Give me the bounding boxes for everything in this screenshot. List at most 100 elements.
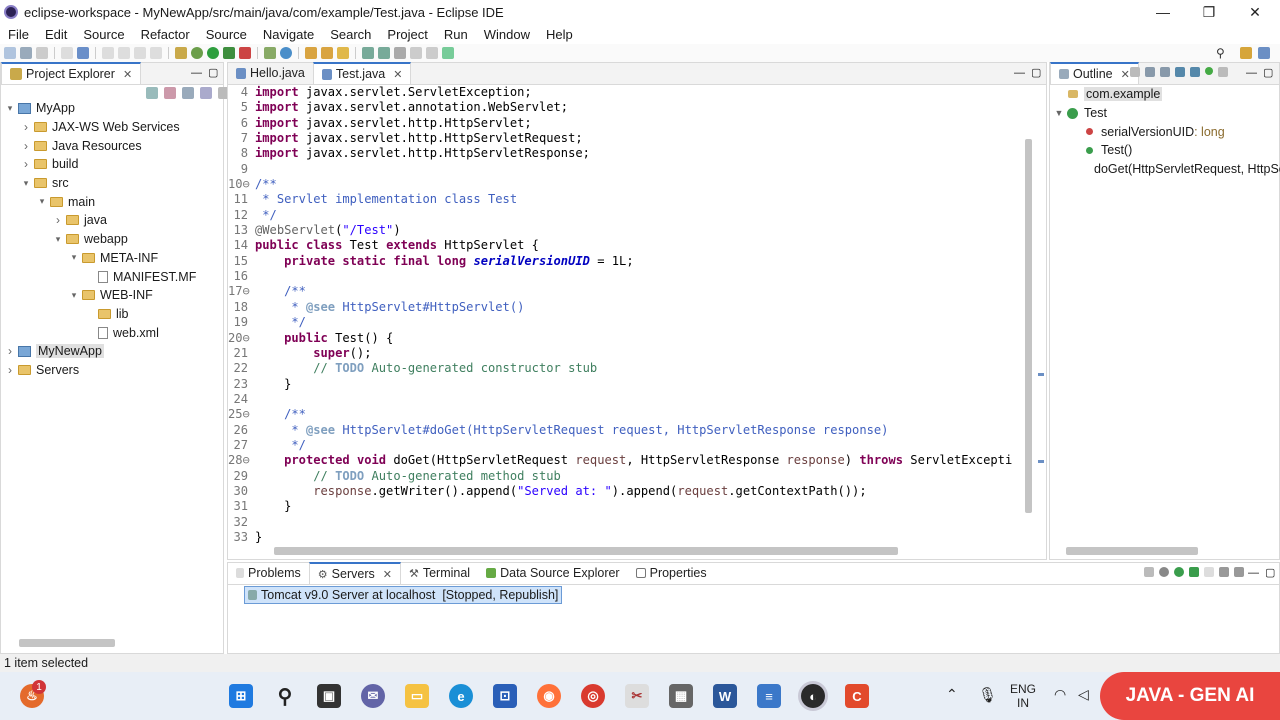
tree-item[interactable]: ▾ src [1, 174, 223, 193]
language-indicator[interactable]: ENG IN [1010, 682, 1036, 710]
speaker-icon[interactable]: ◁ [1078, 686, 1089, 703]
code-line[interactable]: 33} [228, 530, 1022, 545]
edge-icon[interactable]: e [449, 684, 473, 708]
horizontal-scrollbar[interactable] [274, 547, 898, 555]
hide-static-icon[interactable] [1175, 67, 1185, 77]
focus-icon[interactable] [200, 87, 212, 99]
open-task-icon[interactable] [321, 47, 333, 59]
chevron-right-icon[interactable]: › [5, 344, 15, 358]
back-icon[interactable] [410, 47, 422, 59]
search-tool-icon[interactable] [337, 47, 349, 59]
menu-project[interactable]: Project [379, 27, 435, 42]
horizontal-scrollbar[interactable] [1066, 547, 1198, 555]
save-icon[interactable] [20, 47, 32, 59]
chevron-down-icon[interactable]: ▾ [53, 234, 63, 245]
code-line[interactable]: 21 super(); [228, 346, 1022, 361]
code-editor[interactable]: 4 import javax.servlet.ServletException; 5… [228, 85, 1022, 545]
print-icon[interactable] [61, 47, 73, 59]
close-icon[interactable]: ✕ [383, 568, 392, 581]
notepad-icon[interactable]: ≡ [757, 684, 781, 708]
menu-help[interactable]: Help [538, 27, 581, 42]
debug-icon[interactable] [191, 47, 203, 59]
menu-edit[interactable]: Edit [37, 27, 75, 42]
tab-problems[interactable]: Problems [228, 562, 309, 584]
code-line[interactable]: 19 */ [228, 315, 1022, 330]
tab-servers[interactable]: ⚙ Servers ✕ [308, 562, 401, 584]
code-line[interactable]: 13 @WebServlet("/Test") [228, 223, 1022, 238]
outline-item-package[interactable]: com.example [1050, 85, 1279, 104]
close-icon[interactable]: ✕ [1121, 68, 1130, 81]
close-button[interactable]: ✕ [1232, 0, 1278, 24]
code-line[interactable]: 10⊖ /** [228, 177, 1022, 192]
code-line[interactable]: 23 } [228, 377, 1022, 392]
tab-project-explorer[interactable]: Project Explorer ✕ [1, 62, 142, 84]
vertical-scrollbar[interactable] [1025, 139, 1032, 513]
menu-search[interactable]: Search [322, 27, 379, 42]
tree-item[interactable]: web.xml [1, 323, 223, 342]
code-line[interactable]: 18 * @see HttpServlet#HttpServlet() [228, 300, 1022, 315]
tab-properties[interactable]: Properties [628, 562, 715, 584]
hide-nonpublic-icon[interactable] [1190, 67, 1200, 77]
forward-icon[interactable] [426, 47, 438, 59]
tree-item[interactable]: ▾ WEB-INF [1, 286, 223, 305]
chevron-right-icon[interactable]: › [21, 157, 31, 171]
resume-icon[interactable] [102, 47, 114, 59]
external-tools-icon[interactable] [239, 47, 251, 59]
start-server-icon[interactable] [1174, 567, 1184, 577]
tree-item[interactable]: › MyNewApp [1, 342, 223, 361]
menu-run[interactable]: Run [436, 27, 476, 42]
code-line[interactable]: 7 import javax.servlet.http.HttpServletRe… [228, 131, 1022, 146]
hide-local-types-icon[interactable] [1205, 67, 1213, 75]
java-ee-perspective-icon[interactable] [1240, 47, 1252, 59]
code-line[interactable]: 26 * @see HttpServlet#doGet(HttpServletR… [228, 423, 1022, 438]
store-icon[interactable]: ⊡ [493, 684, 517, 708]
task-view-icon[interactable]: ▣ [317, 684, 341, 708]
code-line[interactable]: 20⊖ public Test() { [228, 331, 1022, 346]
code-line[interactable]: 29 // TODO Auto-generated method stub [228, 469, 1022, 484]
code-line[interactable]: 24 [228, 392, 1022, 407]
outline-item-constructor[interactable]: Test() [1050, 141, 1279, 160]
menu-navigate[interactable]: Navigate [255, 27, 322, 42]
hide-fields-icon[interactable] [1160, 67, 1170, 77]
word-icon[interactable]: W [713, 684, 737, 708]
annotation-prev-icon[interactable] [378, 47, 390, 59]
suspend-icon[interactable] [118, 47, 130, 59]
firefox-icon[interactable]: ◉ [537, 684, 561, 708]
tab-outline[interactable]: Outline ✕ [1050, 62, 1139, 84]
maximize-view-icon[interactable]: ▢ [1265, 566, 1275, 579]
maximize-button[interactable]: ❐ [1186, 0, 1232, 24]
maximize-view-icon[interactable]: ▢ [1263, 66, 1273, 79]
chevron-right-icon[interactable]: › [21, 139, 31, 153]
annotation-next-icon[interactable] [362, 47, 374, 59]
chevron-down-icon[interactable]: ▾ [5, 103, 15, 114]
chevron-down-icon[interactable]: ▾ [21, 178, 31, 189]
collapse-all-icon[interactable] [146, 87, 158, 99]
maximize-view-icon[interactable]: ▢ [208, 66, 218, 79]
tree-item[interactable]: › build [1, 155, 223, 174]
profile-server-icon[interactable] [1189, 567, 1199, 577]
maximize-view-icon[interactable]: ▢ [1031, 66, 1041, 79]
tree-item[interactable]: ▾ webapp [1, 230, 223, 249]
code-line[interactable]: 8 import javax.servlet.http.HttpServletRe… [228, 146, 1022, 161]
skip-breakpoints-icon[interactable] [175, 47, 187, 59]
menu-file[interactable]: File [0, 27, 37, 42]
chevron-down-icon[interactable]: ▾ [69, 290, 79, 301]
menu-refactor[interactable]: Refactor [133, 27, 198, 42]
tree-item[interactable]: › JAX-WS Web Services [1, 118, 223, 137]
file-explorer-icon[interactable]: ▭ [405, 684, 429, 708]
save-all-icon[interactable] [36, 47, 48, 59]
search-icon[interactable]: ⚲ [273, 684, 297, 708]
tree-item[interactable]: › Servers [1, 361, 223, 380]
sort-icon[interactable] [1145, 67, 1155, 77]
java-perspective-icon[interactable] [1258, 47, 1270, 59]
stop-icon[interactable] [134, 47, 146, 59]
chrome-icon[interactable]: ◎ [581, 684, 605, 708]
code-line[interactable]: 28⊖ protected void doGet(HttpServletRequ… [228, 453, 1022, 468]
snipping-tool-icon[interactable]: ✂ [625, 684, 649, 708]
chevron-down-icon[interactable]: ▾ [37, 196, 47, 207]
outline-item-field[interactable]: serialVersionUID : long [1050, 122, 1279, 141]
outline-item-class[interactable]: ▼ Test [1050, 104, 1279, 123]
step-icon[interactable] [150, 47, 162, 59]
stop-server-icon[interactable] [1204, 567, 1214, 577]
filter-icon[interactable] [182, 87, 194, 99]
